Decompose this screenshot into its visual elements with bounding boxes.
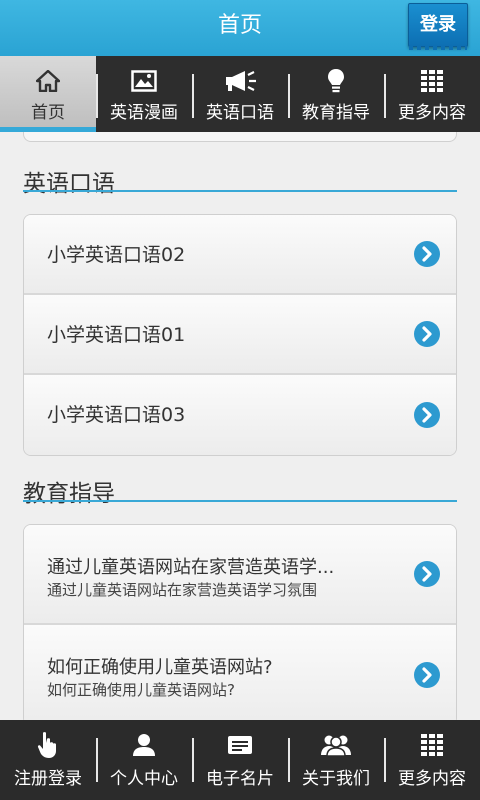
grid-icon bbox=[420, 732, 444, 758]
nav-business-card-label: 电子名片 bbox=[206, 769, 274, 789]
list-item[interactable]: 小学英语口语01 bbox=[24, 295, 456, 375]
top-nav: 首页 英语漫画 英语口语 教育指导 更多内容 bbox=[0, 56, 480, 132]
tab-education-guide-label: 教育指导 bbox=[302, 103, 370, 123]
group-icon bbox=[320, 732, 352, 758]
oral-list: 小学英语口语02 小学英语口语01 小学英语口语03 bbox=[23, 214, 457, 456]
bottom-nav: 注册登录 个人中心 电子名片 关于我们 更多内容 bbox=[0, 720, 480, 800]
home-icon bbox=[36, 68, 60, 94]
app-header: 首页 登录 bbox=[0, 0, 480, 56]
nav-more-content-label: 更多内容 bbox=[398, 769, 466, 789]
tab-english-oral[interactable]: 英语口语 bbox=[192, 56, 288, 132]
section-divider bbox=[23, 500, 457, 502]
tab-education-guide[interactable]: 教育指导 bbox=[288, 56, 384, 132]
list-item[interactable]: 小学英语口语02 bbox=[24, 215, 456, 295]
tab-english-oral-label: 英语口语 bbox=[206, 103, 274, 123]
main-content[interactable]: 英语口语 小学英语口语02 小学英语口语01 小学英语口语03 教育指导 通过儿… bbox=[0, 132, 480, 720]
card-icon bbox=[227, 732, 253, 758]
list-item-title: 小学英语口语03 bbox=[47, 404, 186, 426]
nav-personal-center-label: 个人中心 bbox=[110, 769, 178, 789]
tab-more-content[interactable]: 更多内容 bbox=[384, 56, 480, 132]
list-item-subtitle: 如何正确使用儿童英语网站? bbox=[47, 681, 235, 699]
nav-personal-center[interactable]: 个人中心 bbox=[96, 720, 192, 800]
tab-english-comics[interactable]: 英语漫画 bbox=[96, 56, 192, 132]
list-item-title: 如何正确使用儿童英语网站? bbox=[47, 657, 273, 678]
chevron-right-icon bbox=[414, 241, 440, 267]
tab-english-comics-label: 英语漫画 bbox=[110, 103, 178, 123]
list-item[interactable]: 如何正确使用儿童英语网站? 如何正确使用儿童英语网站? bbox=[24, 625, 456, 720]
list-item-subtitle: 通过儿童英语网站在家营造英语学习氛围 bbox=[47, 581, 318, 599]
list-item-title: 小学英语口语01 bbox=[47, 324, 186, 346]
nav-register-login-label: 注册登录 bbox=[14, 769, 82, 789]
user-icon bbox=[132, 732, 156, 758]
previous-card-edge bbox=[23, 132, 457, 142]
list-item-title: 小学英语口语02 bbox=[47, 244, 186, 266]
guide-list: 通过儿童英语网站在家营造英语学... 通过儿童英语网站在家营造英语学习氛围 如何… bbox=[23, 524, 457, 720]
hand-pointer-icon bbox=[37, 732, 59, 758]
list-item-title: 通过儿童英语网站在家营造英语学... bbox=[47, 557, 335, 578]
tab-more-content-label: 更多内容 bbox=[398, 103, 466, 123]
grid-icon bbox=[420, 68, 444, 94]
chevron-right-icon bbox=[414, 561, 440, 587]
nav-register-login[interactable]: 注册登录 bbox=[0, 720, 96, 800]
list-item[interactable]: 小学英语口语03 bbox=[24, 375, 456, 455]
chevron-right-icon bbox=[414, 321, 440, 347]
login-button[interactable]: 登录 bbox=[408, 3, 468, 50]
image-icon bbox=[131, 68, 157, 94]
lightbulb-icon bbox=[327, 68, 345, 94]
nav-business-card[interactable]: 电子名片 bbox=[192, 720, 288, 800]
tab-home-label: 首页 bbox=[31, 103, 65, 123]
section-title-guide: 教育指导 bbox=[23, 481, 115, 507]
nav-about-us-label: 关于我们 bbox=[302, 769, 370, 789]
chevron-right-icon bbox=[414, 662, 440, 688]
nav-about-us[interactable]: 关于我们 bbox=[288, 720, 384, 800]
megaphone-icon bbox=[223, 68, 257, 94]
nav-more-content[interactable]: 更多内容 bbox=[384, 720, 480, 800]
section-divider bbox=[23, 190, 457, 192]
list-item[interactable]: 通过儿童英语网站在家营造英语学... 通过儿童英语网站在家营造英语学习氛围 bbox=[24, 525, 456, 625]
chevron-right-icon bbox=[414, 402, 440, 428]
section-title-oral: 英语口语 bbox=[23, 171, 115, 197]
tab-home[interactable]: 首页 bbox=[0, 56, 96, 132]
